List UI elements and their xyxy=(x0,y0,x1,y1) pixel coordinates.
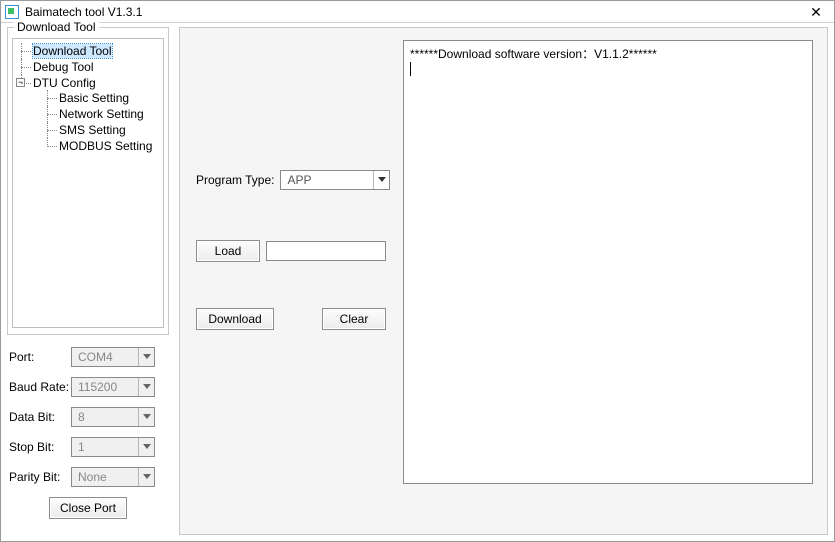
log-text: ******Download software version：V1.1.2**… xyxy=(410,47,657,61)
left-column: Download Tool Download Tool Debug Tool −… xyxy=(7,27,169,535)
baud-label: Baud Rate: xyxy=(9,380,71,394)
window-title: Baimatech tool V1.3.1 xyxy=(25,5,142,19)
port-select[interactable]: COM4 xyxy=(71,347,155,367)
stopbit-select[interactable]: 1 xyxy=(71,437,155,457)
chevron-down-icon xyxy=(138,408,154,426)
chevron-down-icon xyxy=(138,438,154,456)
load-path-input[interactable] xyxy=(266,241,386,261)
port-label: Port: xyxy=(9,350,71,364)
chevron-down-icon xyxy=(138,378,154,396)
close-port-row: Close Port xyxy=(7,497,169,519)
program-type-value: APP xyxy=(287,173,311,187)
parity-value: None xyxy=(78,470,107,484)
program-type-select[interactable]: APP xyxy=(280,170,390,190)
tree-item-download-tool[interactable]: Download Tool xyxy=(33,44,112,58)
baud-value: 115200 xyxy=(78,380,117,394)
window-close-button[interactable]: ✕ xyxy=(802,1,830,23)
stopbit-label: Stop Bit: xyxy=(9,440,71,454)
close-port-button[interactable]: Close Port xyxy=(49,497,127,519)
chevron-down-icon xyxy=(373,171,389,189)
databit-select[interactable]: 8 xyxy=(71,407,155,427)
clear-button[interactable]: Clear xyxy=(322,308,386,330)
tree-item-network-setting[interactable]: Network Setting xyxy=(59,107,144,121)
databit-label: Data Bit: xyxy=(9,410,71,424)
baud-select[interactable]: 115200 xyxy=(71,377,155,397)
databit-value: 8 xyxy=(78,410,85,424)
parity-select[interactable]: None xyxy=(71,467,155,487)
load-row: Load xyxy=(196,240,386,262)
tree-item-modbus-setting[interactable]: MODBUS Setting xyxy=(59,139,152,153)
port-settings: Port: COM4 Baud Rate: 115200 Data Bit: 8… xyxy=(7,347,169,487)
download-tool-groupbox: Download Tool Download Tool Debug Tool −… xyxy=(7,27,169,335)
nav-tree[interactable]: Download Tool Debug Tool − DTU Config Ba… xyxy=(12,38,164,328)
program-type-row: Program Type: APP xyxy=(196,170,390,190)
app-window: Baimatech tool V1.3.1 ✕ Download Tool Do… xyxy=(0,0,835,542)
tree-item-sms-setting[interactable]: SMS Setting xyxy=(59,123,126,137)
chevron-down-icon xyxy=(138,348,154,366)
download-button[interactable]: Download xyxy=(196,308,274,330)
tree-item-basic-setting[interactable]: Basic Setting xyxy=(59,91,129,105)
tree-item-debug-tool[interactable]: Debug Tool xyxy=(33,60,94,74)
main-panel: Program Type: APP Load Download Clear **… xyxy=(179,27,828,535)
chevron-down-icon xyxy=(138,468,154,486)
program-type-label: Program Type: xyxy=(196,173,274,187)
tree-item-dtu-config[interactable]: DTU Config xyxy=(33,76,96,90)
titlebar: Baimatech tool V1.3.1 ✕ xyxy=(1,1,834,23)
text-caret xyxy=(410,62,411,76)
load-button[interactable]: Load xyxy=(196,240,260,262)
log-output[interactable]: ******Download software version：V1.1.2**… xyxy=(403,40,813,484)
port-value: COM4 xyxy=(78,350,113,364)
parity-label: Parity Bit: xyxy=(9,470,71,484)
groupbox-legend: Download Tool xyxy=(14,20,99,34)
stopbit-value: 1 xyxy=(78,440,85,454)
tree-expander-dtu-config[interactable]: − xyxy=(16,78,25,87)
action-row: Download Clear xyxy=(196,308,386,330)
window-body: Download Tool Download Tool Debug Tool −… xyxy=(1,23,834,541)
app-icon xyxy=(5,5,19,19)
